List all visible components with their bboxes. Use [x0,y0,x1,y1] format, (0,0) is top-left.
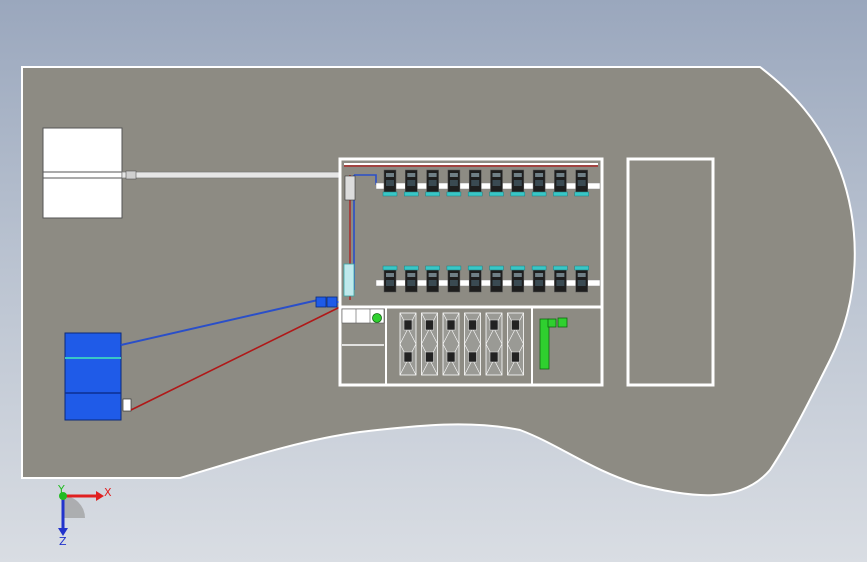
x-axis-label: X [104,486,112,499]
coordinate-triad [58,491,104,536]
y-axis-label: Y [58,483,65,496]
rack-unit[interactable] [531,265,547,293]
rack-unit[interactable] [531,169,547,197]
rack-unit[interactable] [404,169,419,197]
chiller-unit[interactable] [485,312,503,376]
rack-unit[interactable] [425,265,440,293]
rack-unit[interactable] [382,169,398,197]
rack-unit[interactable] [574,169,589,197]
storage-building[interactable] [42,127,123,219]
rack-unit[interactable] [510,265,526,293]
rack-unit[interactable] [425,169,440,197]
rack-unit[interactable] [489,265,504,293]
rack-unit[interactable] [489,169,504,197]
z-axis-label: Z [59,535,67,548]
site-plan-drawing[interactable] [0,0,867,562]
rack-unit[interactable] [574,265,589,293]
blue-water-tank[interactable] [64,332,132,421]
rack-unit[interactable] [467,265,483,293]
rack-unit[interactable] [510,169,526,197]
chiller-unit[interactable] [421,312,438,376]
rack-unit[interactable] [382,265,398,293]
rack-unit[interactable] [553,265,568,293]
rack-unit[interactable] [467,169,483,197]
utility-pipe[interactable] [121,170,345,180]
chiller-unit[interactable] [507,312,524,376]
rack-unit[interactable] [446,169,462,197]
cad-viewport[interactable]: X Y Z [0,0,867,562]
rack-unit[interactable] [446,265,462,293]
chiller-unit[interactable] [464,312,481,376]
rack-unit[interactable] [404,265,419,293]
rack-unit[interactable] [553,169,568,197]
chiller-unit[interactable] [399,312,417,376]
chiller-unit[interactable] [442,312,460,376]
